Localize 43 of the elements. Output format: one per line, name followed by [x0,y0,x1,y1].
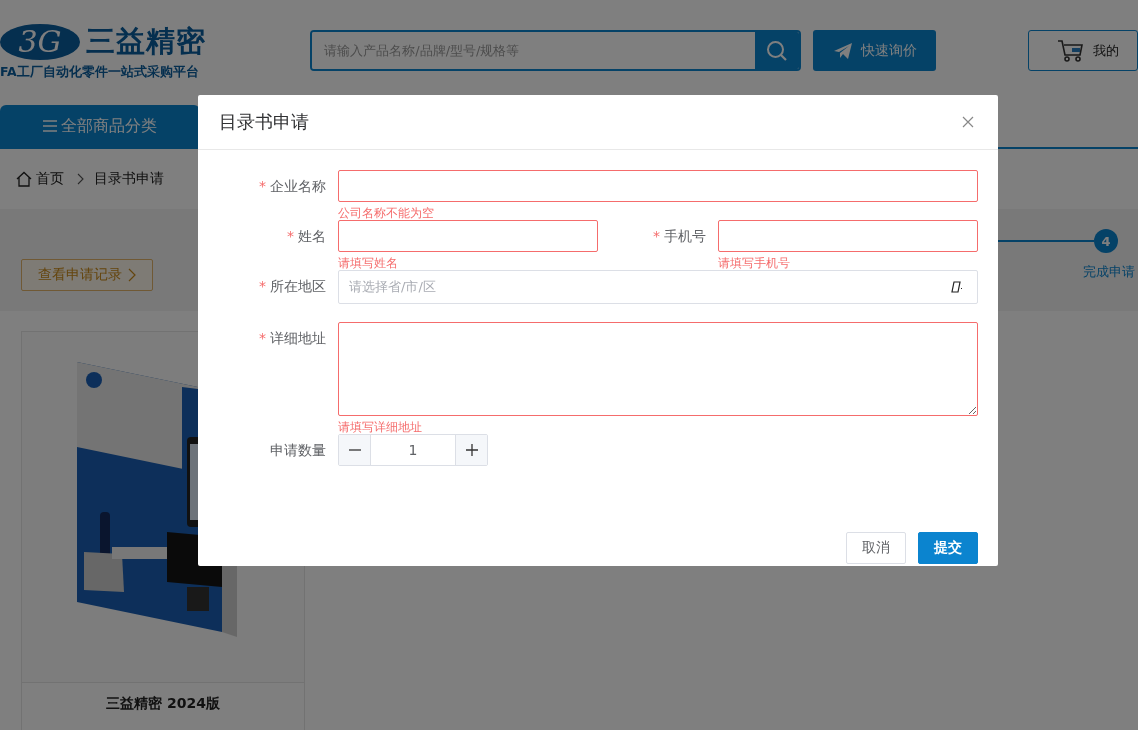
cart-button[interactable]: 我的 [1028,30,1138,71]
decrease-button[interactable] [339,435,371,465]
address-field[interactable] [338,322,978,416]
input-field[interactable] [338,170,978,202]
close-button[interactable] [960,114,976,130]
step-number: 4 [1094,229,1118,253]
logo-tagline: FA工厂自动化零件一站式采购平台 [0,64,200,81]
cancel-button[interactable]: 取消 [846,532,906,564]
search-icon [766,39,789,62]
quantity-stepper[interactable]: 1 [338,434,488,466]
paper-plane-icon [832,41,853,60]
dropdown-icon [951,281,963,293]
plus-icon [465,444,478,456]
field-label: * 企业名称 [258,177,327,196]
cart-icon [1057,38,1085,63]
error-message: 请填写详细地址 [338,420,422,434]
menu-icon [43,120,57,132]
search-button[interactable] [755,32,800,69]
logo-mark: 3G [0,24,80,60]
step-label: 完成申请 [1083,263,1135,281]
increase-button[interactable] [455,435,487,465]
submit-button[interactable]: 提交 [918,532,978,564]
input-field[interactable] [338,220,598,252]
breadcrumb-link[interactable]: 首页 [36,170,64,188]
quick-quote-button[interactable]: 快速询价 [813,30,936,71]
catalog-title: 三益精密 2024版 [105,694,221,713]
breadcrumb-link[interactable]: 目录书申请 [94,170,164,188]
field-label: * 手机号 [652,227,707,246]
error-message: 请填写手机号 [718,256,790,270]
error-message: 公司名称不能为空 [338,206,434,220]
category-tab[interactable]: 全部商品分类 [0,105,200,147]
field-label: * 所在地区 [258,277,327,296]
dialog-title: 目录书申请 [219,110,309,134]
chevron-icon [76,173,84,185]
logo-name: 三益精密 [86,23,206,60]
error-message: 请填写姓名 [338,256,398,270]
close-icon [962,116,974,128]
input-field[interactable] [718,220,978,252]
chevron-icon [128,268,136,282]
quantity-value: 1 [407,441,419,460]
field-label: * 姓名 [286,227,327,246]
region-select[interactable]: 请选择省/市/区 [338,270,978,304]
home-icon [16,171,32,187]
